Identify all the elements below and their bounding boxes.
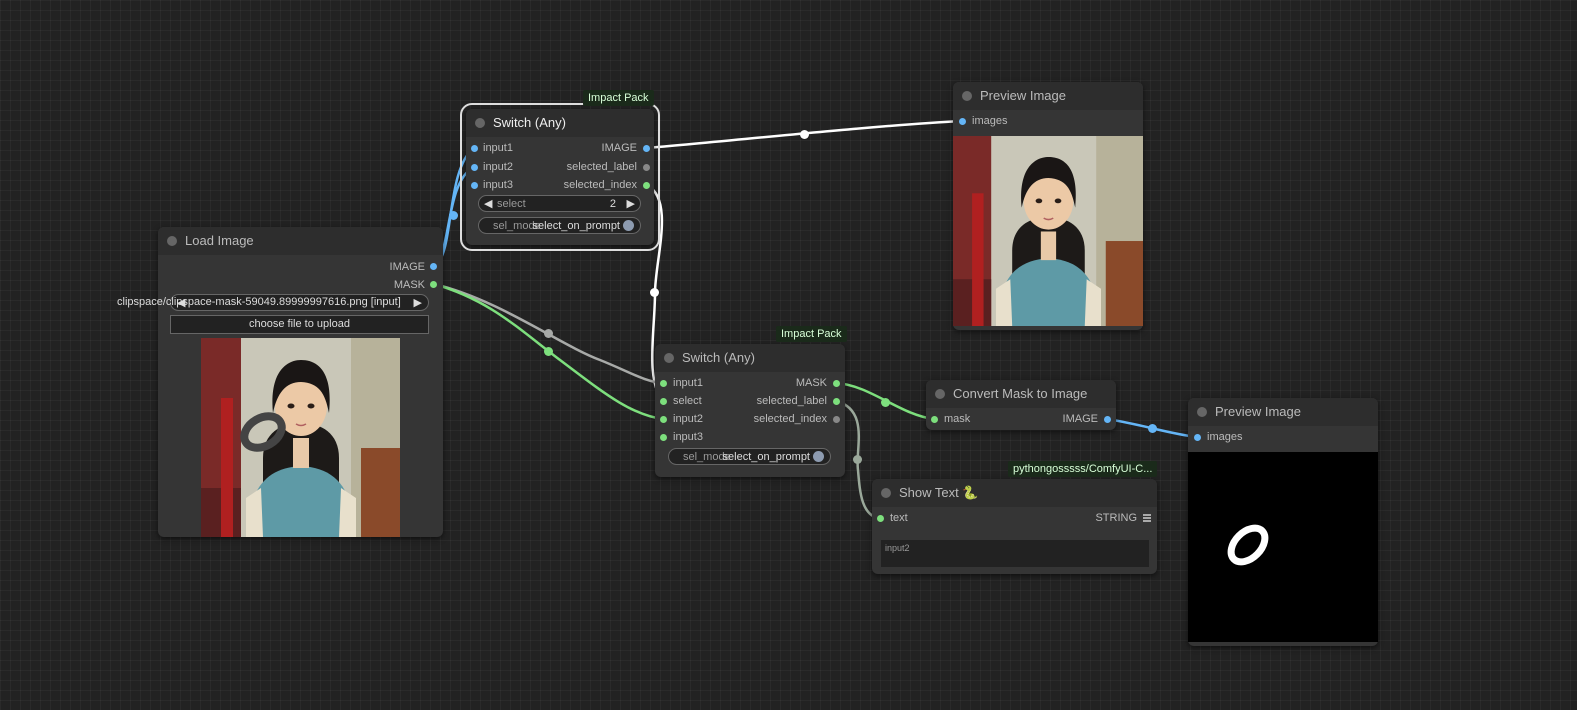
output-label-selected-index: selected_index	[563, 179, 637, 191]
collapse-dot[interactable]	[664, 353, 674, 363]
link-midpoint[interactable]	[650, 288, 659, 297]
select-number-widget[interactable]: ◀ select 2 ▶	[478, 195, 641, 212]
output-label-image: IMAGE	[601, 142, 637, 154]
node-title-bar[interactable]: Load Image	[158, 227, 443, 255]
toggle-knob-icon	[813, 451, 824, 462]
output-port-image[interactable]	[430, 263, 437, 270]
input-port-input3[interactable]	[660, 434, 667, 441]
node-title-bar[interactable]: Switch (Any)	[466, 109, 654, 137]
collapse-dot[interactable]	[962, 91, 972, 101]
input-label-mask: mask	[944, 413, 971, 425]
preview-image-node-right[interactable]: Preview Image images	[1188, 398, 1378, 646]
input-label-input1: input1	[673, 377, 703, 389]
output-port-mask[interactable]	[430, 281, 437, 288]
output-label-string: STRING	[1095, 512, 1137, 524]
node-title: Show Text 🐍	[899, 485, 979, 500]
collapse-dot[interactable]	[167, 236, 177, 246]
text-output-area[interactable]: input2	[881, 540, 1149, 567]
input-port-mask[interactable]	[931, 416, 938, 423]
widget-value: select_on_prompt	[532, 220, 620, 232]
output-label-mask: MASK	[795, 377, 827, 389]
output-port-selected-label[interactable]	[643, 164, 650, 171]
widget-value: 2	[609, 198, 616, 210]
input-port-images[interactable]	[959, 118, 966, 125]
decrement-arrow-icon[interactable]: ◀	[484, 197, 492, 210]
load-image-preview	[201, 338, 400, 537]
link-midpoint[interactable]	[449, 211, 458, 220]
switch-any-node-mid[interactable]: Switch (Any) input1 select input2 input3…	[655, 344, 845, 477]
sel-mode-toggle[interactable]: sel_mode select_on_prompt	[668, 448, 831, 465]
output-port-image[interactable]	[643, 145, 650, 152]
increment-arrow-icon[interactable]: ▶	[627, 197, 635, 210]
node-title: Switch (Any)	[682, 350, 755, 365]
mask-preview-output	[1188, 452, 1378, 642]
widget-label: select	[497, 198, 526, 210]
node-title-bar[interactable]: Switch (Any)	[655, 344, 845, 372]
link-midpoint[interactable]	[853, 455, 862, 464]
input-label-input2: input2	[483, 161, 513, 173]
node-title-bar[interactable]: Preview Image	[1188, 398, 1378, 426]
input-label-images: images	[1207, 431, 1243, 443]
node-title-bar[interactable]: Convert Mask to Image	[926, 380, 1116, 408]
input-port-images[interactable]	[1194, 434, 1201, 441]
list-output-icon[interactable]	[1143, 514, 1151, 522]
node-source-badge: pythongosssss/ComfyUI-C...	[1008, 461, 1158, 477]
preview-image-node-top[interactable]: Preview Image images	[953, 82, 1143, 330]
image-file-value: clipspace/clipspace-mask-59049.899999976…	[117, 296, 401, 308]
node-title: Switch (Any)	[493, 115, 566, 130]
output-label-selected-index: selected_index	[753, 413, 827, 425]
collapse-dot[interactable]	[935, 389, 945, 399]
input-label-input3: input3	[483, 179, 513, 191]
input-port-input1[interactable]	[660, 380, 667, 387]
node-title-bar[interactable]: Show Text 🐍	[872, 479, 1157, 507]
node-title: Preview Image	[980, 88, 1066, 103]
sel-mode-toggle[interactable]: sel_mode select_on_prompt	[478, 217, 641, 234]
node-title: Preview Image	[1215, 404, 1301, 419]
link-midpoint[interactable]	[544, 329, 553, 338]
output-port-selected-label[interactable]	[833, 398, 840, 405]
link-midpoint[interactable]	[800, 130, 809, 139]
node-title: Load Image	[185, 233, 254, 248]
input-label-text: text	[890, 512, 908, 524]
input-label-input3: input3	[673, 431, 703, 443]
input-port-input3[interactable]	[471, 182, 478, 189]
upload-button[interactable]: choose file to upload	[170, 315, 429, 334]
collapse-dot[interactable]	[475, 118, 485, 128]
output-label-selected-label: selected_label	[756, 395, 827, 407]
input-label-input1: input1	[483, 142, 513, 154]
switch-any-node-top[interactable]: Switch (Any) input1 input2 input3 IMAGE …	[460, 103, 660, 251]
output-label-selected-label: selected_label	[566, 161, 637, 173]
node-source-badge: Impact Pack	[776, 326, 847, 342]
convert-mask-to-image-node[interactable]: Convert Mask to Image mask IMAGE	[926, 380, 1116, 430]
arrow-right-icon[interactable]: ▶	[414, 296, 422, 309]
node-title-bar[interactable]: Preview Image	[953, 82, 1143, 110]
input-port-input1[interactable]	[471, 145, 478, 152]
widget-value: select_on_prompt	[722, 451, 810, 463]
node-source-badge: Impact Pack	[583, 90, 654, 106]
output-port-image[interactable]	[1104, 416, 1111, 423]
input-label-input2: input2	[673, 413, 703, 425]
output-port-mask[interactable]	[833, 380, 840, 387]
output-port-selected-index[interactable]	[643, 182, 650, 189]
link-midpoint[interactable]	[1148, 424, 1157, 433]
output-label-image: IMAGE	[1062, 413, 1098, 425]
preview-image-output	[953, 136, 1143, 326]
output-label-mask: MASK	[393, 279, 425, 291]
input-port-text[interactable]	[877, 515, 884, 522]
load-image-node[interactable]: Load Image IMAGE MASK ◀ ▶ clipspace/clip…	[117, 227, 443, 537]
output-port-selected-index[interactable]	[833, 416, 840, 423]
node-title: Convert Mask to Image	[953, 386, 1088, 401]
output-label-image: IMAGE	[389, 261, 425, 273]
input-port-input2[interactable]	[471, 164, 478, 171]
input-port-select[interactable]	[660, 398, 667, 405]
show-text-node[interactable]: Show Text 🐍 text STRING input2	[872, 479, 1157, 574]
link-midpoint[interactable]	[881, 398, 890, 407]
toggle-knob-icon	[623, 220, 634, 231]
input-port-input2[interactable]	[660, 416, 667, 423]
input-label-select: select	[673, 395, 702, 407]
link-midpoint[interactable]	[544, 347, 553, 356]
collapse-dot[interactable]	[881, 488, 891, 498]
input-label-images: images	[972, 115, 1008, 127]
collapse-dot[interactable]	[1197, 407, 1207, 417]
